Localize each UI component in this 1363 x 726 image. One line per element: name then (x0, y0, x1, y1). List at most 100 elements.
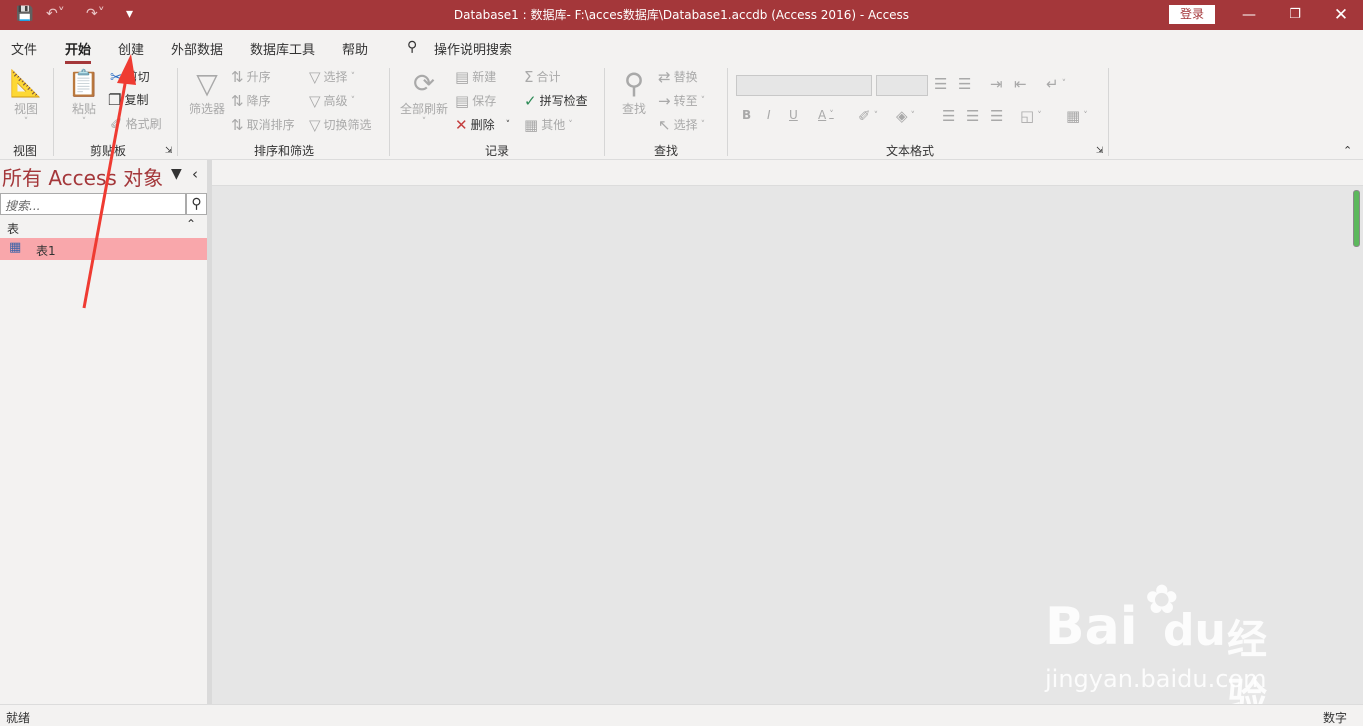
copy-button[interactable]: ❐ 复制 (108, 91, 148, 108)
new-record-label: 新建 (472, 70, 497, 84)
spelling-button[interactable]: ✓ 拼写检查 (524, 92, 588, 109)
nav-pane-title[interactable]: 所有 Access 对象 (2, 162, 163, 191)
tab-external-data[interactable]: 外部数据 (171, 39, 223, 58)
advanced-filter-button[interactable]: ▽ 高级 ˅ (309, 92, 355, 109)
toggle-filter-icon: ▽ (309, 115, 321, 134)
italic-label: I (767, 108, 771, 122)
numbering-button[interactable]: ☰ (958, 76, 971, 92)
goto-label: 转至 (673, 94, 698, 108)
delete-record-button[interactable]: ✕ 删除 ˅ (455, 116, 510, 133)
view-label: 视图 (13, 102, 38, 116)
chevron-left-icon[interactable]: ‹ (192, 165, 198, 183)
gridlines-icon: ◱ (1020, 107, 1035, 125)
goto-button[interactable]: → 转至 ˅ (658, 92, 705, 109)
tab-help[interactable]: 帮助 (342, 39, 368, 58)
bold-label: B (742, 108, 752, 122)
align-center-button[interactable]: ☰ (966, 108, 979, 124)
sort-desc-button[interactable]: ⇅ 降序 (231, 92, 271, 109)
search-icon[interactable]: ⚲ (186, 193, 207, 215)
brush-icon: ✐ (110, 114, 123, 133)
close-icon[interactable]: ✕ (1329, 4, 1353, 26)
refresh-all-button[interactable]: ⟳ 全部刷新 ˅ (398, 68, 450, 127)
more-label: 其他 (541, 118, 566, 132)
refresh-icon: ⟳ (413, 69, 435, 99)
tab-database-tools[interactable]: 数据库工具 (250, 39, 315, 58)
fill-color-button[interactable]: ◈ ˅ (896, 108, 915, 124)
paste-button[interactable]: 📋 粘贴 ˅ (66, 68, 102, 127)
filter-button[interactable]: ▽ 筛选器 (186, 68, 228, 117)
highlighter-icon: ✐ (858, 107, 871, 125)
replace-button[interactable]: ⇄ 替换 (658, 68, 698, 85)
align-right-button[interactable]: ☰ (990, 108, 1003, 124)
rtl-button[interactable]: ↵ ˅ (1046, 76, 1066, 92)
totals-button[interactable]: Σ 合计 (524, 68, 561, 85)
minimize-icon[interactable]: — (1237, 4, 1261, 26)
bullet-list-icon: ☰ (934, 75, 948, 93)
spelling-label: 拼写检查 (539, 94, 588, 108)
group-separator (177, 68, 178, 156)
nav-section-tables[interactable]: 表 ⌃ (0, 217, 207, 237)
chevron-down-icon: ˅ (1061, 79, 1067, 89)
sigma-icon: Σ (524, 67, 534, 86)
underline-button[interactable]: U (789, 108, 798, 122)
toggle-filter-button[interactable]: ▽ 切换筛选 (309, 116, 372, 133)
dialog-launcher-icon[interactable]: ⇲ (165, 146, 173, 156)
ribbon: 📐 视图 ˅ 视图 📋 粘贴 ˅ ✂ 剪切 ❐ 复制 ✐ 格式刷 剪贴板 ⇲ ▽ 筛选… (0, 64, 1363, 160)
indent-button[interactable]: ⇥ (990, 76, 1003, 92)
tab-home[interactable]: 开始 (65, 39, 92, 64)
bold-button[interactable]: B (742, 108, 751, 122)
font-color-button[interactable]: A ˅ (818, 108, 834, 122)
highlight-button[interactable]: ✐ ˅ (858, 108, 878, 124)
underline-label: U (789, 108, 798, 122)
nav-item-table[interactable]: ▦ 表1 (0, 238, 207, 260)
font-color-label: A (818, 108, 827, 122)
select-button[interactable]: ↖ 选择 ˅ (658, 116, 705, 133)
tab-file[interactable]: 文件 (11, 39, 37, 58)
collapse-ribbon-icon[interactable]: ⌃ (1343, 144, 1352, 157)
delete-icon: ✕ (455, 115, 468, 134)
scrollbar-thumb[interactable] (1353, 190, 1360, 247)
italic-button[interactable]: I (767, 108, 771, 122)
toggle-filter-label: 切换筛选 (323, 118, 372, 132)
align-left-button[interactable]: ☰ (942, 108, 955, 124)
clear-sort-button[interactable]: ⇅ 取消排序 (231, 116, 295, 133)
delete-record-label: 删除 (470, 118, 495, 132)
outdent-button[interactable]: ⇤ (1014, 76, 1027, 92)
nav-menu-icon[interactable]: ▼ (171, 166, 182, 182)
sort-desc-label: 降序 (246, 94, 271, 108)
magnifier-icon: ⚲ (623, 67, 645, 100)
format-painter-button[interactable]: ✐ 格式刷 (110, 115, 162, 132)
tell-me-search[interactable]: 操作说明搜索 (434, 39, 512, 58)
new-record-button[interactable]: ▤ 新建 (455, 68, 496, 85)
table-icon: ▦ (1066, 107, 1081, 125)
navigation-pane: 所有 Access 对象 ▼ ‹ 搜索... ⚲ 表 ⌃ ▦ 表1 (0, 160, 207, 704)
cut-button[interactable]: ✂ 剪切 (110, 68, 150, 85)
restore-icon[interactable]: ❐ (1283, 4, 1307, 26)
cut-label: 剪切 (125, 70, 150, 84)
group-label-records: 记录 (485, 144, 510, 158)
view-icon: 📐 (9, 69, 43, 99)
font-size-select[interactable] (876, 75, 928, 96)
bullets-button[interactable]: ☰ (934, 76, 947, 92)
nav-search-input[interactable]: 搜索... (0, 193, 186, 215)
more-button[interactable]: ▦ 其他 ˅ (524, 116, 573, 133)
alt-row-color-button[interactable]: ▦ ˅ (1066, 108, 1088, 124)
save-record-button[interactable]: ▤ 保存 (455, 92, 496, 109)
font-name-select[interactable] (736, 75, 872, 96)
view-button[interactable]: 📐 视图 ˅ (8, 68, 44, 127)
tab-create[interactable]: 创建 (118, 39, 144, 58)
paste-label: 粘贴 (71, 102, 96, 116)
sort-desc-icon: ⇅ (231, 91, 244, 110)
signin-button[interactable]: 登录 (1169, 5, 1215, 24)
chevron-down-icon: ˅ (910, 111, 916, 121)
selection-filter-button[interactable]: ▽ 选择 ˅ (309, 68, 355, 85)
gridlines-button[interactable]: ◱ ˅ (1020, 108, 1042, 124)
format-painter-label: 格式刷 (125, 117, 162, 131)
table-icon: ▦ (9, 240, 22, 255)
sort-asc-button[interactable]: ⇅ 升序 (231, 68, 271, 85)
status-text: 就绪 (6, 711, 31, 725)
spell-check-icon: ✓ (524, 91, 537, 110)
find-button[interactable]: ⚲ 查找 (616, 68, 652, 117)
chevron-down-icon: ˅ (829, 110, 834, 120)
dialog-launcher-icon[interactable]: ⇲ (1096, 146, 1104, 156)
